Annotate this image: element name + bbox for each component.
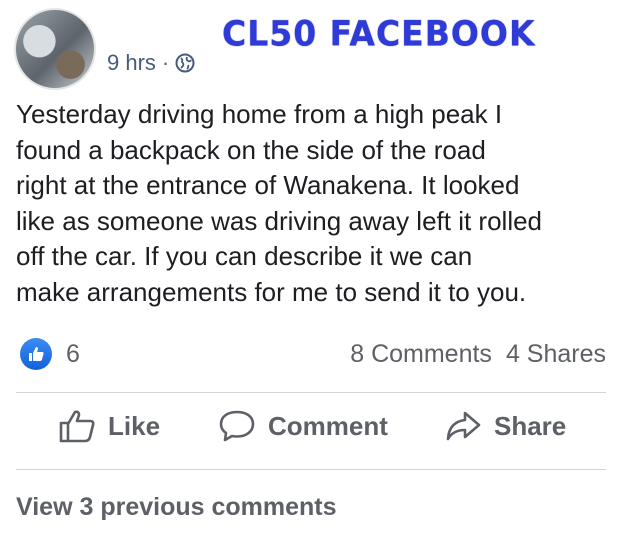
share-label: Share	[494, 410, 567, 441]
like-button[interactable]: Like	[58, 408, 160, 444]
comment-button[interactable]: Comment	[218, 408, 388, 444]
view-previous-comments-link[interactable]: View 3 previous comments	[16, 493, 337, 522]
like-reaction-icon	[20, 338, 52, 370]
profile-avatar[interactable]	[14, 8, 96, 90]
brand-overlay-title: CL50 FACEBOOK	[222, 13, 536, 54]
post-meta: 9 hrs ·	[107, 50, 195, 76]
comments-count-link[interactable]: 8 Comments	[350, 340, 492, 369]
divider-top	[16, 392, 606, 393]
divider-bottom	[16, 469, 606, 470]
post-action-bar: Like Comment Share	[0, 408, 639, 460]
share-button[interactable]: Share	[444, 408, 566, 444]
reactions-summary[interactable]: 6	[20, 338, 80, 370]
reaction-count: 6	[66, 339, 80, 368]
meta-separator: ·	[161, 50, 170, 75]
engagement-counts: 8 Comments 4 Shares	[350, 340, 606, 369]
thumbs-up-icon	[58, 408, 96, 444]
share-arrow-icon	[444, 408, 482, 444]
like-label: Like	[108, 410, 161, 441]
comment-label: Comment	[268, 410, 388, 441]
post-time[interactable]: 9 hrs	[107, 50, 156, 76]
shares-count-link[interactable]: 4 Shares	[506, 340, 606, 369]
post-body-text: Yesterday driving home from a high peak …	[16, 99, 543, 307]
globe-icon	[175, 53, 195, 73]
comment-bubble-icon	[218, 408, 256, 444]
